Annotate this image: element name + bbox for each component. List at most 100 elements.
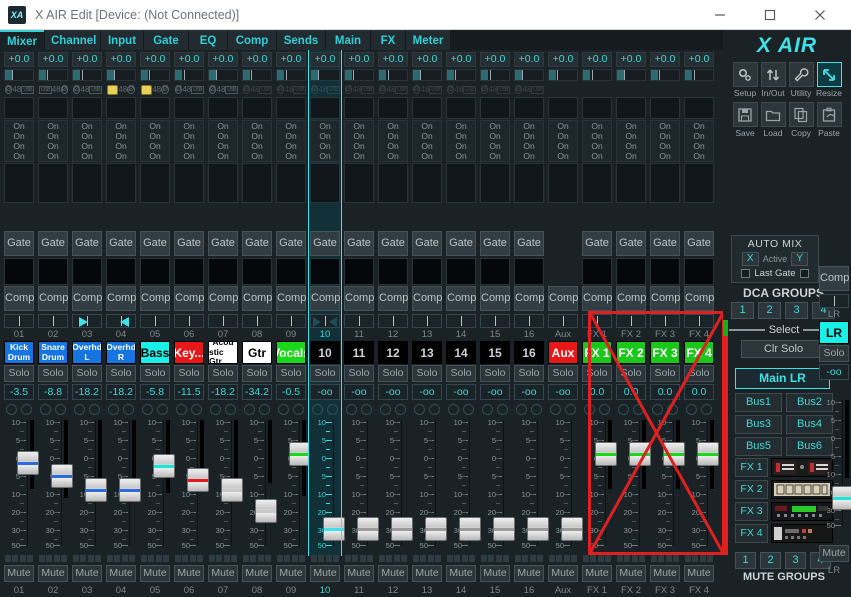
send-on-buttons[interactable]: On On On On — [446, 120, 476, 162]
send-on-buttons[interactable]: On On On On — [616, 120, 646, 162]
polarity-icon[interactable]: Ø — [73, 85, 81, 94]
close-button[interactable] — [797, 0, 843, 30]
link-icon[interactable] — [107, 84, 119, 95]
tool-load[interactable]: Load — [759, 102, 787, 138]
send-on-buttons[interactable]: On On On On — [650, 120, 680, 162]
send-on-buttons[interactable]: On On On On — [38, 120, 68, 162]
gain-value[interactable]: +0.0 — [140, 52, 170, 67]
gate-button[interactable]: Gate — [242, 231, 272, 256]
send-on-buttons[interactable]: On On On On — [140, 120, 170, 162]
channel-knobs[interactable] — [650, 402, 680, 416]
master-mute-button[interactable]: Mute — [819, 545, 849, 562]
master-comp-button[interactable]: Comp — [819, 266, 849, 291]
last-gate-checkbox-left[interactable] — [741, 269, 751, 278]
eq-curve-display[interactable] — [548, 97, 578, 119]
solo-button[interactable]: Solo — [616, 365, 646, 382]
channel-knobs[interactable] — [344, 402, 374, 416]
channel-fader[interactable]: 1050510203050 — [208, 417, 243, 550]
polarity-icon[interactable]: Ø — [209, 85, 217, 94]
channel-name-plate[interactable]: 13 — [412, 341, 442, 364]
comp-button[interactable]: Comp — [378, 286, 408, 311]
sends-display[interactable] — [106, 163, 136, 203]
channel-knobs[interactable] — [582, 402, 612, 416]
channel-strip[interactable]: +0.0 Ø 48 USB On On On On Gate Comp 07 Acou stic Gtr… — [206, 50, 243, 596]
mute-button[interactable]: Mute — [208, 565, 238, 582]
sends-display[interactable] — [4, 163, 34, 203]
channel-knobs[interactable] — [412, 402, 442, 416]
gain-value[interactable]: +0.0 — [548, 52, 578, 67]
gate-button[interactable]: Gate — [174, 231, 204, 256]
gain-value[interactable]: +0.0 — [344, 52, 374, 67]
channel-name-plate[interactable]: Overhd R — [106, 341, 136, 364]
mute-button[interactable]: Mute — [4, 565, 34, 582]
gain-value[interactable]: +0.0 — [616, 52, 646, 67]
bus-button-bus1[interactable]: Bus1 — [735, 393, 782, 412]
channel-fader[interactable]: 1050510203050 — [344, 417, 379, 550]
channel-fader[interactable]: 1050510203050 — [276, 417, 311, 550]
mute-group-button-1[interactable]: 1 — [735, 552, 756, 569]
channel-name-plate[interactable]: Overhd L — [72, 341, 102, 364]
polarity-icon[interactable]: Ø — [175, 85, 183, 94]
gain-slider[interactable] — [208, 69, 238, 81]
gain-slider[interactable] — [38, 69, 68, 81]
channel-knobs[interactable] — [242, 402, 272, 416]
send-on-buttons[interactable]: On On On On — [242, 120, 272, 162]
dca-button-3[interactable]: 3 — [785, 302, 808, 319]
gain-value[interactable]: +0.0 — [242, 52, 272, 67]
gate-button[interactable]: Gate — [514, 231, 544, 256]
tab-eq[interactable]: EQ — [189, 30, 227, 50]
channel-fader[interactable]: 1050510203050 — [446, 417, 481, 550]
comp-button[interactable]: Comp — [548, 286, 578, 311]
comp-button[interactable]: Comp — [242, 286, 272, 311]
solo-button[interactable]: Solo — [378, 365, 408, 382]
send-on-buttons[interactable]: On On On On — [344, 120, 374, 162]
channel-fader[interactable]: 1050510203050 — [582, 417, 617, 550]
automix-x-button[interactable]: X — [741, 252, 759, 266]
polarity-icon[interactable]: Ø — [379, 85, 387, 94]
channel-knobs[interactable] — [684, 402, 714, 416]
tab-channel[interactable]: Channel — [45, 30, 100, 50]
channel-name-plate[interactable]: FX 4 — [684, 341, 714, 364]
solo-button[interactable]: Solo — [174, 365, 204, 382]
gate-button[interactable]: Gate — [582, 231, 612, 256]
gate-button[interactable]: Gate — [480, 231, 510, 256]
channel-strip[interactable]: +0.0OnOnOnOnGateCompFX 1FX 1Solo0.010505… — [580, 50, 617, 596]
gain-slider[interactable] — [310, 69, 340, 81]
channel-name-plate[interactable]: Snare Drum — [38, 341, 68, 364]
channel-strip[interactable]: +0.0 48 Ø On On On On Gate Comp 05 Bass Solo -5.8 10 5… — [138, 50, 175, 596]
solo-button[interactable]: Solo — [446, 365, 476, 382]
mute-button[interactable]: Mute — [72, 565, 102, 582]
mute-button[interactable]: Mute — [174, 565, 204, 582]
sends-display[interactable] — [208, 163, 238, 203]
channel-knobs[interactable] — [38, 402, 68, 416]
channel-strip[interactable]: +0.0 On On On On Comp Aux Aux Solo -oo 10 5 0 5 10 20 30… — [546, 50, 583, 596]
fx-slot-button-4[interactable]: FX 4 — [735, 524, 768, 543]
comp-button[interactable]: Comp — [276, 286, 306, 311]
gain-value[interactable]: +0.0 — [38, 52, 68, 67]
solo-button[interactable]: Solo — [4, 365, 34, 382]
eq-curve-display[interactable] — [616, 97, 646, 119]
pan-control[interactable] — [616, 314, 646, 328]
gain-slider[interactable] — [276, 69, 306, 81]
gain-value[interactable]: +0.0 — [310, 52, 340, 67]
eq-curve-display[interactable] — [242, 97, 272, 119]
gain-value[interactable]: +0.0 — [208, 52, 238, 67]
master-fader[interactable]: 10 5 0 5 10 20 30 50 — [819, 397, 851, 530]
gain-value[interactable]: +0.0 — [412, 52, 442, 67]
mute-button[interactable]: Mute — [616, 565, 646, 582]
send-on-buttons[interactable]: On On On On — [684, 120, 714, 162]
mute-button[interactable]: Mute — [38, 565, 68, 582]
comp-button[interactable]: Comp — [446, 286, 476, 311]
fx-slot-button-1[interactable]: FX 1 — [735, 458, 768, 477]
tab-input[interactable]: Input — [101, 30, 143, 50]
comp-button[interactable]: Comp — [174, 286, 204, 311]
gate-button[interactable]: Gate — [344, 231, 374, 256]
gain-value[interactable]: +0.0 — [480, 52, 510, 67]
solo-button[interactable]: Solo — [208, 365, 238, 382]
channel-fader[interactable]: 1050510203050 — [242, 417, 277, 550]
channel-name-plate[interactable]: FX 2 — [616, 341, 646, 364]
send-on-buttons[interactable]: On On On On — [548, 120, 578, 162]
eq-curve-display[interactable] — [208, 97, 238, 119]
automix-y-button[interactable]: Y — [791, 252, 809, 266]
comp-button[interactable]: Comp — [514, 286, 544, 311]
